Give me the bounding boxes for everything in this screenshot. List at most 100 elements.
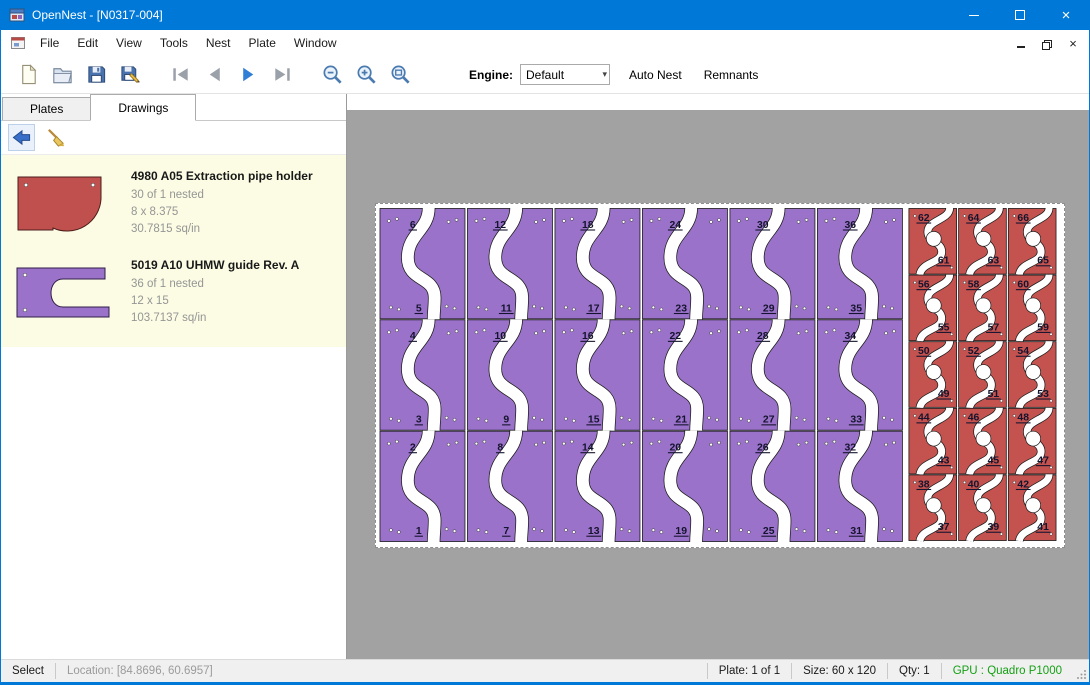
svg-text:56: 56 bbox=[918, 280, 930, 291]
mdi-child-icon[interactable] bbox=[11, 37, 25, 49]
chevron-down-icon: ▾ bbox=[602, 69, 607, 80]
purple-part-pair[interactable]: 1211 bbox=[467, 208, 552, 319]
resize-grip[interactable] bbox=[1073, 660, 1089, 682]
save-button[interactable] bbox=[79, 59, 113, 91]
svg-text:36: 36 bbox=[844, 220, 856, 231]
menu-file[interactable]: File bbox=[31, 30, 68, 56]
svg-text:25: 25 bbox=[763, 526, 775, 537]
drawing-item[interactable]: 4980 A05 Extraction pipe holder 30 of 1 … bbox=[1, 159, 346, 248]
svg-text:43: 43 bbox=[938, 455, 950, 466]
title-bar: OpenNest - [N0317-004] × bbox=[1, 0, 1089, 30]
red-part-pair[interactable]: 4443 bbox=[909, 408, 957, 475]
purple-part-pair[interactable]: 1817 bbox=[555, 208, 640, 319]
zoom-out-button[interactable] bbox=[315, 59, 349, 91]
red-part-pair[interactable]: 4645 bbox=[959, 408, 1007, 475]
close-button[interactable]: × bbox=[1043, 0, 1089, 30]
remnants-button[interactable]: Remnants bbox=[693, 56, 770, 93]
red-part-pair[interactable]: 4847 bbox=[1008, 408, 1056, 475]
minimize-button[interactable] bbox=[951, 0, 997, 30]
red-part-pair[interactable]: 6261 bbox=[909, 208, 957, 275]
window-title: OpenNest - [N0317-004] bbox=[32, 8, 163, 22]
plate[interactable]: 6512111817242330293635431091615222128273… bbox=[375, 203, 1065, 548]
red-part-pair[interactable]: 6463 bbox=[959, 208, 1007, 275]
menu-edit[interactable]: Edit bbox=[68, 30, 107, 56]
red-part-pair[interactable]: 6665 bbox=[1008, 208, 1056, 275]
sidebar-tabs: Plates Drawings bbox=[1, 94, 346, 121]
open-button[interactable] bbox=[45, 59, 79, 91]
red-part-pair[interactable]: 4039 bbox=[959, 474, 1007, 541]
drawing-nested-count: 30 of 1 nested bbox=[131, 187, 313, 204]
auto-nest-button[interactable]: Auto Nest bbox=[618, 56, 693, 93]
red-part-pair[interactable]: 3837 bbox=[909, 474, 957, 541]
menu-view[interactable]: View bbox=[107, 30, 151, 56]
engine-label: Engine: bbox=[469, 68, 513, 82]
tab-plates[interactable]: Plates bbox=[2, 97, 91, 120]
svg-text:38: 38 bbox=[918, 479, 930, 490]
save-as-icon bbox=[119, 63, 142, 86]
purple-part-pair[interactable]: 2019 bbox=[642, 431, 727, 542]
last-plate-button[interactable] bbox=[265, 59, 299, 91]
drawing-item[interactable]: 5019 A10 UHMW guide Rev. A 36 of 1 neste… bbox=[1, 248, 346, 337]
drawing-list: 4980 A05 Extraction pipe holder 30 of 1 … bbox=[1, 155, 346, 347]
purple-part-pair[interactable]: 3635 bbox=[817, 208, 902, 319]
first-plate-button[interactable] bbox=[163, 59, 197, 91]
purple-part-pair[interactable]: 3433 bbox=[817, 319, 902, 430]
purple-part-pair[interactable]: 2221 bbox=[642, 319, 727, 430]
purple-part-pair[interactable]: 43 bbox=[380, 319, 465, 430]
red-part-pair[interactable]: 5251 bbox=[959, 341, 1007, 408]
red-part-pair[interactable]: 5453 bbox=[1008, 341, 1056, 408]
save-as-button[interactable] bbox=[113, 59, 147, 91]
purple-part-pair[interactable]: 2625 bbox=[730, 431, 815, 542]
zoom-fit-button[interactable] bbox=[383, 59, 417, 91]
engine-dropdown[interactable]: Default ▾ bbox=[520, 64, 610, 85]
svg-text:4: 4 bbox=[410, 331, 416, 342]
svg-text:23: 23 bbox=[675, 303, 687, 314]
maximize-button[interactable] bbox=[997, 0, 1043, 30]
purple-part-pair[interactable]: 109 bbox=[467, 319, 552, 430]
menu-window[interactable]: Window bbox=[285, 30, 346, 56]
red-part-pair[interactable]: 5857 bbox=[959, 275, 1007, 342]
next-icon bbox=[237, 63, 260, 86]
drawing-size: 12 x 15 bbox=[131, 293, 299, 310]
svg-text:50: 50 bbox=[918, 346, 930, 357]
red-part-pair[interactable]: 4241 bbox=[1008, 474, 1056, 541]
import-drawing-button[interactable] bbox=[8, 124, 35, 151]
previous-plate-button[interactable] bbox=[197, 59, 231, 91]
svg-text:59: 59 bbox=[1037, 322, 1049, 333]
mdi-close-button[interactable]: × bbox=[1063, 35, 1083, 51]
svg-text:11: 11 bbox=[501, 303, 512, 314]
red-part-pair[interactable]: 5049 bbox=[909, 341, 957, 408]
svg-text:13: 13 bbox=[588, 526, 600, 537]
next-plate-button[interactable] bbox=[231, 59, 265, 91]
purple-part-pair[interactable]: 3029 bbox=[730, 208, 815, 319]
drawing-nested-count: 36 of 1 nested bbox=[131, 276, 299, 293]
clear-drawings-button[interactable] bbox=[42, 124, 69, 151]
purple-part-pair[interactable]: 65 bbox=[380, 208, 465, 319]
part-thumbnail-uhmw-guide bbox=[13, 264, 113, 322]
red-part-pair[interactable]: 5655 bbox=[909, 275, 957, 342]
svg-text:65: 65 bbox=[1037, 256, 1049, 267]
nest-canvas[interactable]: 6512111817242330293635431091615222128273… bbox=[347, 94, 1089, 659]
svg-text:48: 48 bbox=[1017, 413, 1029, 424]
purple-part-pair[interactable]: 21 bbox=[380, 431, 465, 542]
svg-text:63: 63 bbox=[988, 256, 1000, 267]
purple-part-pair[interactable]: 2423 bbox=[642, 208, 727, 319]
red-part-pair[interactable]: 6059 bbox=[1008, 275, 1056, 342]
broom-icon bbox=[45, 127, 66, 148]
tab-drawings[interactable]: Drawings bbox=[90, 94, 196, 121]
purple-part-pair[interactable]: 87 bbox=[467, 431, 552, 542]
zoom-in-button[interactable] bbox=[349, 59, 383, 91]
mdi-minimize-button[interactable] bbox=[1011, 35, 1031, 51]
purple-part-pair[interactable]: 3231 bbox=[817, 431, 902, 542]
mdi-controls: × bbox=[1011, 35, 1089, 51]
purple-part-pair[interactable]: 1413 bbox=[555, 431, 640, 542]
mdi-restore-button[interactable] bbox=[1037, 35, 1057, 51]
purple-part-pair[interactable]: 2827 bbox=[730, 319, 815, 430]
menu-nest[interactable]: Nest bbox=[197, 30, 240, 56]
menu-plate[interactable]: Plate bbox=[240, 30, 285, 56]
menu-tools[interactable]: Tools bbox=[151, 30, 197, 56]
purple-part-pair[interactable]: 1615 bbox=[555, 319, 640, 430]
svg-text:27: 27 bbox=[763, 415, 775, 426]
new-button[interactable] bbox=[11, 59, 45, 91]
cursor-location: Location: [84.8696, 60.6957] bbox=[56, 665, 224, 677]
